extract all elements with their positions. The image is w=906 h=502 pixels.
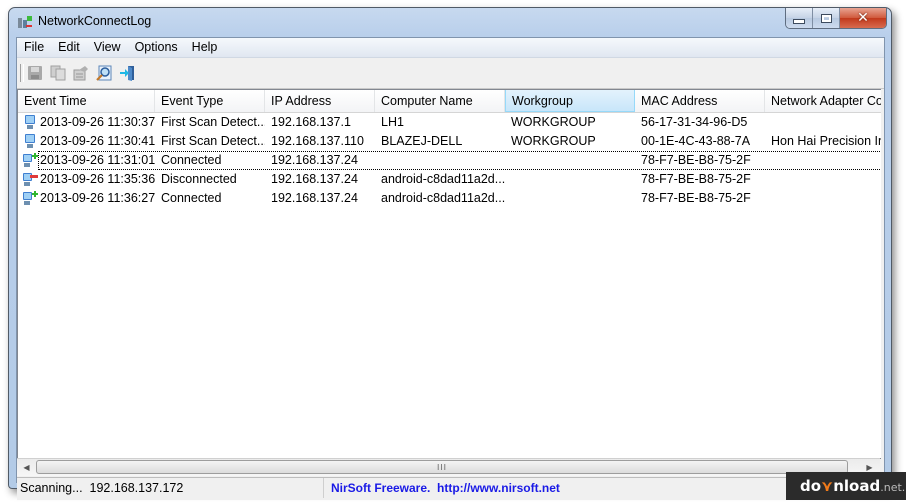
- cell-ip-address: 192.168.137.110: [271, 134, 364, 148]
- list-header: Event Time Event Type IP Address Compute…: [18, 90, 881, 113]
- cell-network-adapter-company: [765, 189, 881, 208]
- table-row[interactable]: 2013-09-26 11:35:36 Disconnected 192.168.1…: [18, 170, 881, 189]
- cell-mac-address: 78-F7-BE-B8-75-2F: [641, 172, 751, 186]
- computer-disconnected-icon: [23, 173, 38, 186]
- column-header-event-time[interactable]: Event Time: [18, 90, 155, 112]
- cell-event-type: Connected: [161, 153, 222, 167]
- cell-workgroup: WORKGROUP: [511, 115, 596, 129]
- cell-event-time: 2013-09-26 11:36:27: [40, 191, 155, 205]
- copy-icon[interactable]: [50, 65, 66, 81]
- find-icon[interactable]: [96, 65, 112, 81]
- cell-computer-name: LH1: [381, 115, 404, 129]
- cell-mac-address: 56-17-31-34-96-D5: [641, 115, 748, 129]
- cell-ip-address: 192.168.137.24: [271, 172, 358, 186]
- toolbar-grip[interactable]: [20, 64, 24, 82]
- column-header-ip-address[interactable]: IP Address: [265, 90, 375, 112]
- column-header-event-type[interactable]: Event Type: [155, 90, 265, 112]
- properties-icon[interactable]: [73, 65, 89, 81]
- cell-ip-address: 192.168.137.24: [271, 153, 358, 167]
- cell-event-type: Connected: [161, 191, 222, 205]
- cell-computer-name: android-c8dad11a2d...: [381, 191, 505, 205]
- cell-event-time: 2013-09-26 11:31:01: [40, 153, 155, 167]
- table-row[interactable]: 2013-09-26 11:30:41 First Scan Detect... 1…: [18, 132, 881, 151]
- menu-view[interactable]: View: [87, 38, 128, 57]
- app-icon: [18, 16, 32, 28]
- maximize-icon: [820, 13, 832, 23]
- watermark-post: nload: [833, 477, 881, 495]
- computer-connected-icon: [23, 191, 38, 205]
- title-bar[interactable]: NetworkConnectLog ✕: [9, 8, 891, 36]
- menu-file[interactable]: File: [17, 38, 51, 57]
- close-button[interactable]: ✕: [840, 8, 886, 28]
- cell-workgroup: WORKGROUP: [511, 134, 596, 148]
- status-divider: [323, 478, 324, 498]
- exit-icon[interactable]: [119, 65, 135, 81]
- watermark-pre: do: [800, 477, 822, 495]
- app-window: NetworkConnectLog ✕ File Edit View Optio…: [8, 7, 892, 500]
- computer-connected-icon: [23, 153, 38, 167]
- nirsoft-link[interactable]: NirSoft Freeware. http://www.nirsoft.net: [331, 481, 560, 495]
- toolbar: [17, 58, 884, 89]
- cell-event-type: First Scan Detect...: [161, 115, 265, 129]
- menu-bar: File Edit View Options Help: [17, 38, 884, 58]
- scroll-left-button[interactable]: ◀: [18, 459, 35, 476]
- cell-computer-name: BLAZEJ-DELL: [381, 134, 463, 148]
- maximize-button[interactable]: [813, 8, 840, 28]
- menu-options[interactable]: Options: [128, 38, 185, 57]
- cell-mac-address: 78-F7-BE-B8-75-2F: [641, 191, 751, 205]
- cell-event-type: First Scan Detect...: [161, 134, 265, 148]
- minimize-icon: [793, 18, 805, 24]
- status-bar: Scanning... 192.168.137.172 NirSoft Free…: [17, 477, 884, 500]
- column-header-network-adapter-company[interactable]: Network Adapter Company: [765, 90, 881, 112]
- cell-computer-name: [375, 151, 505, 170]
- menu-edit[interactable]: Edit: [51, 38, 87, 57]
- caption-buttons: ✕: [785, 8, 887, 29]
- scroll-thumb[interactable]: III: [36, 460, 848, 474]
- cell-network-adapter-company: [765, 151, 881, 170]
- table-row[interactable]: 2013-09-26 11:30:37 First Scan Detect... 1…: [18, 113, 881, 132]
- cell-event-type: Disconnected: [161, 172, 237, 186]
- cell-network-adapter-company: [765, 113, 881, 132]
- watermark: do⋎nload.net.pl: [786, 472, 906, 500]
- watermark-tld: .net.pl: [880, 481, 906, 494]
- menu-help[interactable]: Help: [185, 38, 225, 57]
- horizontal-scrollbar[interactable]: ◀ III ▶: [17, 458, 880, 476]
- table-row[interactable]: 2013-09-26 11:31:01 Connected 192.168.137.…: [18, 151, 881, 170]
- cell-ip-address: 192.168.137.1: [271, 115, 351, 129]
- cell-network-adapter-company: Hon Hai Precision Ind.: [771, 134, 881, 148]
- column-header-computer-name[interactable]: Computer Name: [375, 90, 505, 112]
- status-scanning-text: Scanning... 192.168.137.172: [20, 481, 184, 495]
- close-icon: ✕: [857, 10, 869, 26]
- computer-icon: [25, 134, 35, 148]
- minimize-button[interactable]: [786, 8, 813, 28]
- window-title: NetworkConnectLog: [38, 14, 152, 28]
- cell-event-time: 2013-09-26 11:30:37: [40, 115, 155, 129]
- client-area: File Edit View Options Help Event Time E…: [16, 37, 885, 500]
- watermark-arrow-icon: ⋎: [821, 477, 834, 495]
- cell-event-time: 2013-09-26 11:35:36: [40, 172, 155, 186]
- computer-icon: [25, 115, 35, 129]
- cell-mac-address: 78-F7-BE-B8-75-2F: [641, 153, 751, 167]
- cell-computer-name: android-c8dad11a2d...: [381, 172, 505, 186]
- cell-workgroup: [505, 151, 635, 170]
- cell-network-adapter-company: [765, 170, 881, 189]
- cell-workgroup: [505, 189, 635, 208]
- column-header-mac-address[interactable]: MAC Address: [635, 90, 765, 112]
- cell-event-time: 2013-09-26 11:30:41: [40, 134, 155, 148]
- table-row[interactable]: 2013-09-26 11:36:27 Connected 192.168.137.…: [18, 189, 881, 208]
- cell-mac-address: 00-1E-4C-43-88-7A: [641, 134, 751, 148]
- cell-workgroup: [505, 170, 635, 189]
- scroll-grip-icon: III: [436, 463, 448, 472]
- event-list[interactable]: Event Time Event Type IP Address Compute…: [17, 89, 881, 459]
- cell-ip-address: 192.168.137.24: [271, 191, 358, 205]
- save-icon[interactable]: [27, 65, 43, 81]
- column-header-workgroup[interactable]: Workgroup: [505, 90, 635, 112]
